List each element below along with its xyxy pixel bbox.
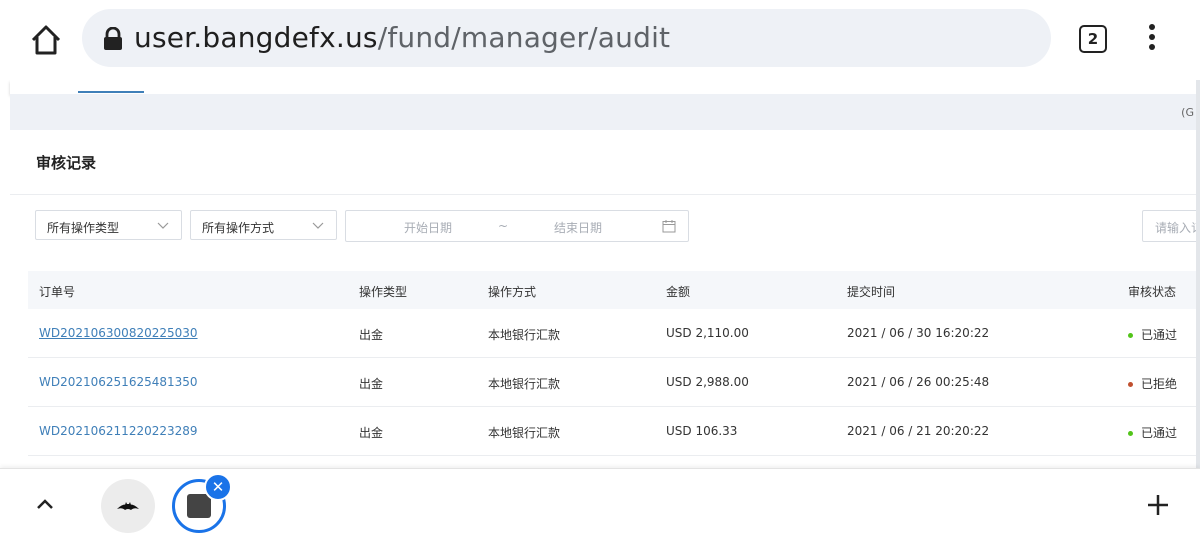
active-nav-indicator bbox=[78, 91, 144, 93]
lock-icon bbox=[102, 26, 124, 51]
status-dot bbox=[1128, 333, 1133, 338]
chevron-up-icon[interactable] bbox=[34, 493, 56, 515]
close-tab-icon[interactable]: ✕ bbox=[204, 473, 232, 501]
cell-method: 本地银行汇款 bbox=[488, 426, 561, 440]
end-date-input[interactable]: 结束日期 bbox=[554, 219, 602, 236]
range-separator: ~ bbox=[498, 219, 509, 233]
audit-records-card: 审核记录 所有操作类型 所有操作方式 开始日期 ~ 结束日期 请输入订 订单号 … bbox=[10, 130, 1200, 468]
status-badge: 已通过 bbox=[1128, 326, 1177, 343]
status-dot bbox=[1128, 382, 1133, 387]
header-amount: 金额 bbox=[666, 285, 691, 299]
browser-toolbar: user.bangdefx.us/fund/manager/audit 2 bbox=[0, 0, 1200, 80]
header-method: 操作方式 bbox=[488, 285, 537, 299]
operation-type-label: 所有操作类型 bbox=[47, 221, 120, 235]
order-number-link[interactable]: WD202106251625481350 bbox=[39, 375, 198, 389]
tab-favicon bbox=[187, 494, 211, 518]
bottom-tab-bar: ✕ bbox=[0, 468, 1200, 541]
url-host: user.bangdefx.us bbox=[134, 21, 378, 54]
status-badge: 已通过 bbox=[1128, 424, 1177, 441]
divider bbox=[10, 194, 1196, 195]
cell-type: 出金 bbox=[359, 426, 384, 440]
header-status: 审核状态 bbox=[1128, 285, 1177, 299]
cell-method: 本地银行汇款 bbox=[488, 328, 561, 342]
date-range-picker[interactable]: 开始日期 ~ 结束日期 bbox=[345, 210, 689, 242]
header-time: 提交时间 bbox=[847, 285, 896, 299]
chevron-down-icon bbox=[157, 220, 169, 230]
page-band: (G bbox=[10, 94, 1196, 130]
search-input[interactable]: 请输入订 bbox=[1142, 210, 1200, 242]
order-number-link[interactable]: WD202106300820225030 bbox=[39, 326, 198, 340]
table-row: WD202106251625481350 出金 本地银行汇款 USD 2,988… bbox=[28, 358, 1196, 407]
status-badge: 已拒绝 bbox=[1128, 375, 1177, 392]
cell-type: 出金 bbox=[359, 328, 384, 342]
url-path: /fund/manager/audit bbox=[377, 21, 671, 54]
url-text: user.bangdefx.us/fund/manager/audit bbox=[134, 21, 670, 55]
operation-method-select[interactable]: 所有操作方式 bbox=[190, 210, 337, 240]
operation-method-label: 所有操作方式 bbox=[202, 221, 275, 235]
order-number-link[interactable]: WD202106211220223289 bbox=[39, 424, 198, 438]
address-bar[interactable]: user.bangdefx.us/fund/manager/audit bbox=[82, 9, 1051, 67]
chevron-down-icon bbox=[312, 220, 324, 230]
cell-type: 出金 bbox=[359, 377, 384, 391]
table-row: WD202106300820225030 出金 本地银行汇款 USD 2,110… bbox=[28, 309, 1196, 358]
site-nav bbox=[10, 80, 1196, 94]
table-header: 订单号 操作类型 操作方式 金额 提交时间 审核状态 bbox=[28, 271, 1196, 309]
header-order-no: 订单号 bbox=[39, 285, 76, 299]
tab-thumbnail[interactable] bbox=[101, 479, 155, 533]
page-viewport: (G 审核记录 所有操作类型 所有操作方式 开始日期 ~ 结束日期 请输入订 订… bbox=[0, 80, 1200, 468]
calendar-icon bbox=[662, 219, 676, 233]
status-text: 已拒绝 bbox=[1141, 377, 1178, 391]
start-date-input[interactable]: 开始日期 bbox=[404, 219, 452, 236]
new-tab-icon[interactable] bbox=[1146, 493, 1170, 517]
status-dot bbox=[1128, 431, 1133, 436]
table-row: WD202106211220223289 出金 本地银行汇款 USD 106.3… bbox=[28, 407, 1196, 456]
status-text: 已通过 bbox=[1141, 328, 1178, 342]
operation-type-select[interactable]: 所有操作类型 bbox=[35, 210, 182, 240]
cell-time: 2021 / 06 / 21 20:20:22 bbox=[847, 424, 990, 438]
cell-time: 2021 / 06 / 30 16:20:22 bbox=[847, 326, 990, 340]
cell-time: 2021 / 06 / 26 00:25:48 bbox=[847, 375, 990, 389]
cell-amount: USD 2,110.00 bbox=[666, 326, 749, 340]
tab-switcher-button[interactable]: 2 bbox=[1079, 25, 1107, 53]
scroll-edge bbox=[1196, 80, 1200, 468]
cell-method: 本地银行汇款 bbox=[488, 377, 561, 391]
overflow-menu-icon[interactable] bbox=[1140, 22, 1164, 56]
cell-amount: USD 2,988.00 bbox=[666, 375, 749, 389]
status-text: 已通过 bbox=[1141, 426, 1178, 440]
header-type: 操作类型 bbox=[359, 285, 408, 299]
page-title: 审核记录 bbox=[36, 154, 97, 172]
home-icon[interactable] bbox=[26, 20, 66, 60]
band-text: (G bbox=[1181, 106, 1194, 119]
cell-amount: USD 106.33 bbox=[666, 424, 738, 438]
